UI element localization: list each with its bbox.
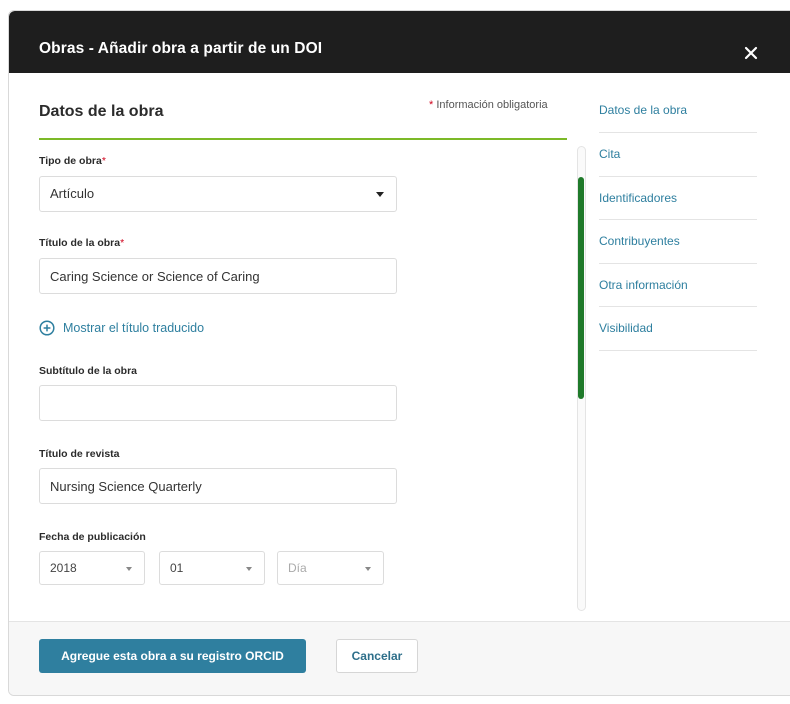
journal-title-label: Título de revista bbox=[39, 448, 120, 460]
work-title-label-text: Título de la obra bbox=[39, 237, 121, 249]
work-title-label: Título de la obra* bbox=[39, 237, 124, 249]
month-value: 01 bbox=[170, 561, 184, 575]
chevron-down-icon bbox=[376, 192, 384, 197]
subtitle-label: Subtítulo de la obra bbox=[39, 365, 138, 377]
show-translated-title-link[interactable]: Mostrar el título traducido bbox=[39, 317, 204, 339]
modal-header: Obras - Añadir obra a partir de un DOI bbox=[9, 11, 790, 73]
nav-item-contributors[interactable]: Contribuyentes bbox=[599, 220, 757, 264]
close-icon[interactable] bbox=[737, 39, 765, 67]
work-type-value: Artículo bbox=[50, 186, 95, 201]
nav-item-identifiers[interactable]: Identificadores bbox=[599, 177, 757, 220]
modal-title: Obras - Añadir obra a partir de un DOI bbox=[39, 40, 323, 57]
work-type-select[interactable]: Artículo bbox=[39, 176, 397, 212]
nav-item-visibility[interactable]: Visibilidad bbox=[599, 307, 757, 351]
add-to-orcid-button[interactable]: Agregue esta obra a su registro ORCID bbox=[39, 639, 306, 673]
section-nav: Datos de la obra Cita Identificadores Co… bbox=[599, 89, 757, 351]
work-title-input[interactable] bbox=[39, 258, 397, 294]
year-select[interactable]: 2018 bbox=[39, 551, 145, 585]
required-star: * bbox=[120, 237, 125, 249]
nav-item-citation[interactable]: Cita bbox=[599, 133, 757, 177]
cancel-button[interactable]: Cancelar bbox=[336, 639, 418, 673]
day-placeholder: Día bbox=[288, 561, 307, 575]
section-title: Datos de la obra bbox=[39, 103, 164, 120]
add-work-modal: Obras - Añadir obra a partir de un DOI D… bbox=[8, 10, 790, 696]
modal-footer: Agregue esta obra a su registro ORCID Ca… bbox=[9, 621, 790, 695]
chevron-down-icon bbox=[126, 567, 132, 571]
year-value: 2018 bbox=[50, 561, 77, 575]
journal-title-input[interactable] bbox=[39, 468, 397, 504]
work-type-label-text: Tipo de obra bbox=[39, 155, 102, 167]
required-note-text: Información obligatoria bbox=[436, 99, 548, 111]
section-divider bbox=[39, 138, 567, 140]
nav-item-work-details[interactable]: Datos de la obra bbox=[599, 89, 757, 133]
scrollbar-thumb[interactable] bbox=[578, 177, 584, 399]
nav-item-other-info[interactable]: Otra información bbox=[599, 264, 757, 307]
chevron-down-icon bbox=[365, 567, 371, 571]
chevron-down-icon bbox=[246, 567, 252, 571]
subtitle-input[interactable] bbox=[39, 385, 397, 421]
day-select[interactable]: Día bbox=[277, 551, 384, 585]
required-note: * Información obligatoria bbox=[429, 99, 548, 111]
work-type-label: Tipo de obra* bbox=[39, 155, 106, 167]
publication-date-label: Fecha de publicación bbox=[39, 531, 146, 543]
required-star: * bbox=[101, 155, 106, 167]
plus-circle-icon bbox=[39, 320, 55, 336]
month-select[interactable]: 01 bbox=[159, 551, 265, 585]
show-translated-title-label: Mostrar el título traducido bbox=[63, 321, 205, 335]
